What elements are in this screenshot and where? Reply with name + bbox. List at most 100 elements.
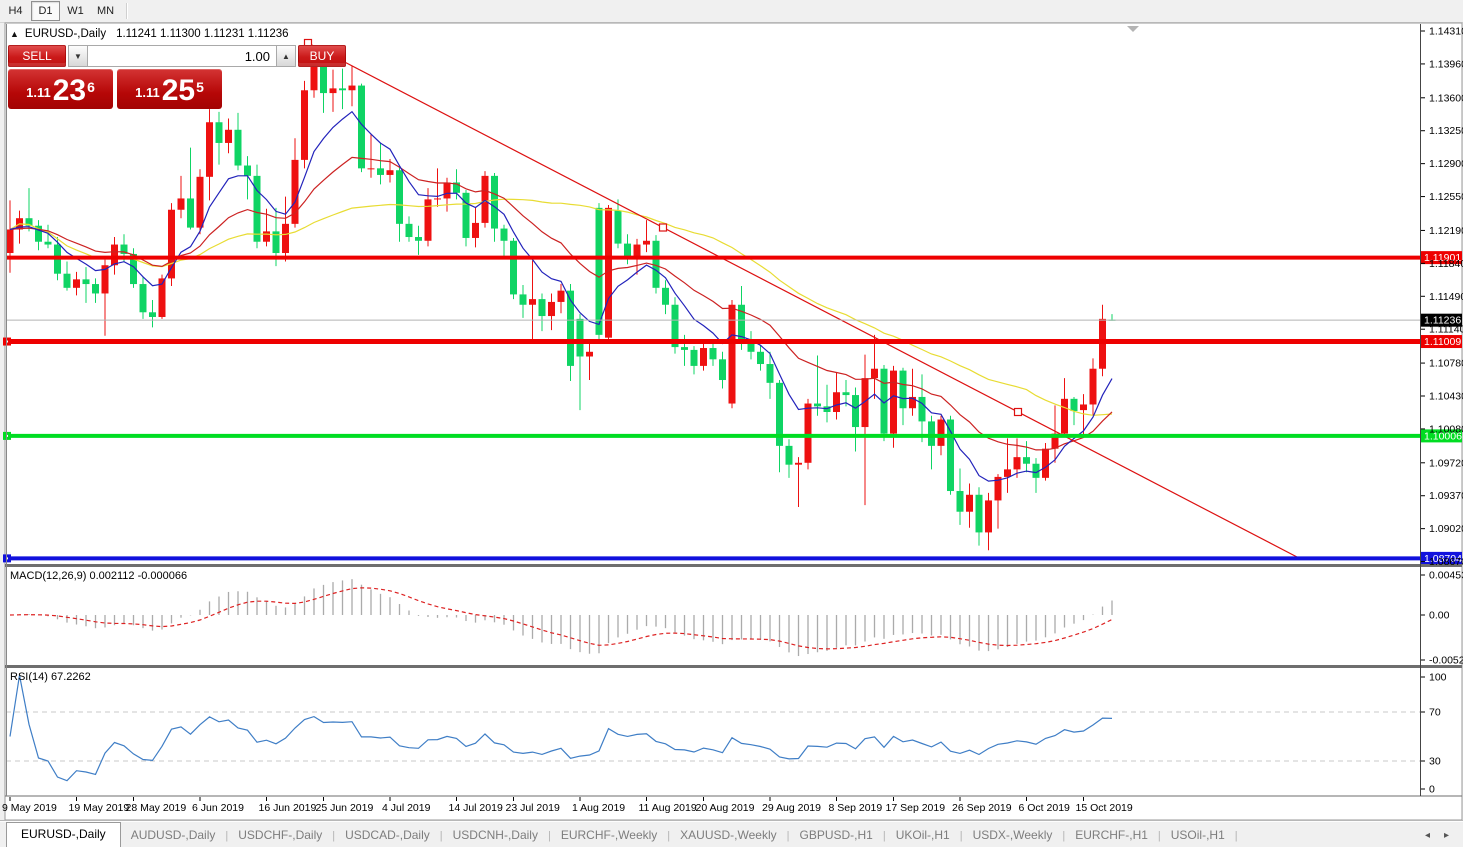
- candle-body: [1071, 399, 1078, 411]
- indicator-tick-label: 100: [1429, 672, 1447, 684]
- indicator-tick-label: 30: [1429, 756, 1441, 768]
- candle-body: [368, 168, 375, 169]
- chart-window-frame: [5, 23, 1462, 820]
- candle-body: [206, 122, 213, 177]
- date-tick-label: 14 Jul 2019: [449, 802, 503, 814]
- candle-body: [406, 224, 413, 237]
- chart-canvas[interactable]: 1.119011.110091.100061.087041.112361.143…: [0, 0, 1463, 847]
- chart-tab-audusd-daily[interactable]: AUDUSD-,Daily: [121, 824, 226, 847]
- sell-price-box[interactable]: 1.11236: [8, 69, 113, 109]
- candle-body: [7, 229, 14, 253]
- candle-body: [919, 397, 926, 421]
- candle-body: [501, 229, 508, 241]
- sell-button[interactable]: SELL: [8, 45, 66, 67]
- candle-body: [957, 491, 964, 512]
- candle-body: [263, 231, 270, 241]
- candle-body: [282, 224, 289, 253]
- buy-button[interactable]: BUY: [298, 45, 346, 67]
- indicator-tick-label: -0.005205: [1429, 655, 1463, 667]
- candle-body: [624, 244, 631, 258]
- price-tick-label: 1.12900: [1429, 158, 1463, 170]
- chart-tab-usdx-weekly[interactable]: USDX-,Weekly: [963, 824, 1063, 847]
- collapse-panel-icon[interactable]: ▲: [10, 29, 19, 39]
- tab-scroll-left-icon[interactable]: ◂: [1425, 831, 1430, 841]
- indicator-tick-label: 0.004536: [1429, 570, 1463, 582]
- candle-body: [1061, 399, 1068, 434]
- tab-scroll-right-icon[interactable]: ▸: [1444, 831, 1449, 841]
- candle-body: [111, 245, 118, 266]
- candle-body: [216, 122, 223, 143]
- volume-decrease-button[interactable]: ▼: [68, 45, 88, 67]
- candle-body: [1023, 457, 1030, 464]
- candle-body: [149, 312, 156, 317]
- candle-body: [548, 302, 555, 316]
- candle-body: [719, 359, 726, 380]
- candle-body: [197, 177, 204, 228]
- pane-separator[interactable]: [5, 564, 1462, 567]
- candle-body: [444, 182, 451, 198]
- candle-body: [387, 170, 394, 175]
- candle-body: [178, 198, 185, 209]
- candle-body: [482, 176, 489, 223]
- chart-tab-ukoil-h1[interactable]: UKOil-,H1: [886, 824, 960, 847]
- price-tick-label: 1.10780: [1429, 358, 1463, 370]
- candle-body: [596, 208, 603, 335]
- volume-increase-button[interactable]: ▲: [276, 45, 296, 67]
- price-tick-label: 1.08670: [1429, 556, 1463, 568]
- buy-price-box[interactable]: 1.11255: [117, 69, 222, 109]
- candle-body: [615, 211, 622, 244]
- candle-body: [1004, 469, 1011, 477]
- sell-price-big: 23: [53, 76, 86, 106]
- candle-body: [710, 348, 717, 359]
- buy-price-big: 25: [162, 76, 195, 106]
- chart-tab-gbpusd-h1[interactable]: GBPUSD-,H1: [789, 824, 882, 847]
- trendline-handle[interactable]: [660, 224, 667, 231]
- trendline-handle[interactable]: [1015, 409, 1022, 416]
- candle-body: [757, 352, 764, 364]
- candle-body: [510, 241, 517, 295]
- chart-title: ▲EURUSD-,Daily1.11241 1.11300 1.11231 1.…: [10, 28, 289, 40]
- volume-input[interactable]: [88, 45, 276, 67]
- candle-body: [558, 291, 565, 302]
- candle-body: [339, 88, 346, 90]
- date-tick-label: 15 Oct 2019: [1076, 802, 1133, 814]
- mt4-window: H4D1W1MN 1.119011.110091.100061.087041.1…: [0, 0, 1463, 847]
- price-tick-label: 1.12190: [1429, 225, 1463, 237]
- date-tick-label: 25 Jun 2019: [316, 802, 374, 814]
- candle-body: [64, 274, 71, 288]
- date-tick-label: 6 Jun 2019: [192, 802, 244, 814]
- price-tick-label: 1.12550: [1429, 191, 1463, 203]
- chart-tab-usdchf-daily[interactable]: USDCHF-,Daily: [228, 824, 332, 847]
- hline-price-label: 1.11009: [1424, 336, 1461, 348]
- chart-tab-eurusd-daily[interactable]: EURUSD-,Daily: [6, 822, 121, 847]
- price-tick-label: 1.13600: [1429, 92, 1463, 104]
- date-tick-label: 4 Jul 2019: [382, 802, 431, 814]
- chart-tab-eurchf-h1[interactable]: EURCHF-,H1: [1065, 824, 1158, 847]
- candle-body: [491, 176, 498, 229]
- candle-body: [415, 237, 422, 241]
- price-tick-label: 1.10080: [1429, 423, 1463, 435]
- one-click-trading-panel: SELL ▼ ▲ BUY 1.11236 1.11255: [8, 45, 226, 109]
- chart-symbol-label: EURUSD-,Daily: [25, 28, 106, 40]
- chart-tab-xauusd-weekly[interactable]: XAUUSD-,Weekly: [670, 824, 786, 847]
- candle-body: [985, 500, 992, 532]
- chart-tab-usdcad-daily[interactable]: USDCAD-,Daily: [335, 824, 440, 847]
- candle-body: [92, 284, 99, 293]
- date-tick-label: 1 Aug 2019: [572, 802, 625, 814]
- price-tick-label: 1.09720: [1429, 457, 1463, 469]
- date-tick-label: 11 Aug 2019: [639, 802, 697, 814]
- date-tick-label: 9 May 2019: [2, 802, 57, 814]
- candle-body: [73, 279, 80, 287]
- pane-separator[interactable]: [5, 665, 1462, 668]
- chart-tab-eurchf-weekly[interactable]: EURCHF-,Weekly: [551, 824, 667, 847]
- candle-body: [833, 392, 840, 412]
- indicator-tick-label: 70: [1429, 707, 1441, 719]
- candle-body: [235, 130, 242, 166]
- price-tick-label: 1.10430: [1429, 391, 1463, 403]
- candle-body: [786, 446, 793, 465]
- chart-tab-usdcnh-daily[interactable]: USDCNH-,Daily: [443, 824, 548, 847]
- price-tick-label: 1.14310: [1429, 26, 1463, 38]
- tab-scroll-arrows: ◂ ▸: [1425, 831, 1463, 847]
- price-tick-label: 1.11840: [1429, 258, 1463, 270]
- chart-tab-usoil-h1[interactable]: USOil-,H1: [1161, 824, 1235, 847]
